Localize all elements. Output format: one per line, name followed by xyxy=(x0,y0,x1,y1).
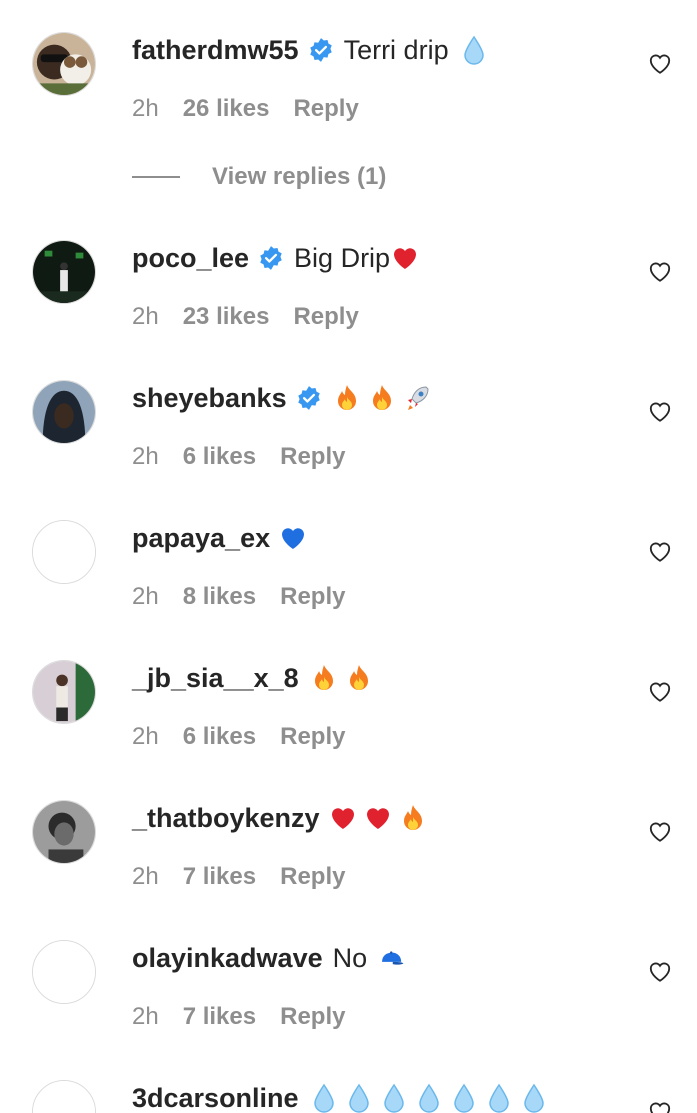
view-replies-label[interactable]: View replies (1) xyxy=(212,162,386,192)
fire-icon xyxy=(311,663,337,693)
like-heart-icon[interactable] xyxy=(647,538,673,564)
reply-button[interactable]: Reply xyxy=(280,442,345,472)
like-heart-icon[interactable] xyxy=(647,258,673,284)
comment-emojis xyxy=(330,803,426,833)
comment-emojis xyxy=(461,35,487,65)
reply-button[interactable]: Reply xyxy=(293,94,358,124)
comment-time: 2h xyxy=(132,303,159,330)
droplet-icon xyxy=(486,1083,512,1113)
comment-time: 2h xyxy=(132,723,159,750)
avatar[interactable] xyxy=(32,940,96,1004)
droplet-icon xyxy=(521,1083,547,1113)
avatar[interactable] xyxy=(32,800,96,864)
fire-icon xyxy=(369,383,395,413)
comment-emojis xyxy=(379,943,413,973)
comment-emojis xyxy=(392,243,418,273)
reply-button[interactable]: Reply xyxy=(280,722,345,752)
comment-emojis xyxy=(311,1083,547,1113)
droplet-icon xyxy=(311,1083,337,1113)
blue-heart-icon xyxy=(280,523,312,553)
comment-likes[interactable]: 6 likes xyxy=(183,442,256,472)
comment-emojis xyxy=(311,663,372,693)
verified-badge-icon xyxy=(258,245,284,271)
like-heart-icon[interactable] xyxy=(647,958,673,984)
droplet-icon xyxy=(381,1083,407,1113)
avatar[interactable] xyxy=(32,1080,96,1113)
comment-likes[interactable]: 23 likes xyxy=(183,302,270,332)
comment-username[interactable]: _jb_sia__x_8 xyxy=(132,662,299,694)
droplet-icon xyxy=(451,1083,477,1113)
comment-time: 2h xyxy=(132,863,159,890)
view-replies-divider xyxy=(132,176,180,178)
like-heart-icon[interactable] xyxy=(647,818,673,844)
reply-button[interactable]: Reply xyxy=(280,862,345,892)
comment-likes[interactable]: 7 likes xyxy=(183,862,256,892)
comment-likes[interactable]: 6 likes xyxy=(183,722,256,752)
reply-button[interactable]: Reply xyxy=(280,1002,345,1032)
comment-username[interactable]: fatherdmw55 xyxy=(132,34,299,66)
verified-badge-icon xyxy=(308,37,334,63)
avatar[interactable] xyxy=(32,660,96,724)
comment-username[interactable]: poco_lee xyxy=(132,242,249,274)
comment-emojis xyxy=(280,523,312,553)
comment-time: 2h xyxy=(132,95,159,122)
view-replies-button[interactable]: View replies (1) xyxy=(132,162,386,192)
comment-username[interactable]: 3dcarsonline xyxy=(132,1082,299,1113)
comment-username[interactable]: olayinkadwave xyxy=(132,942,323,974)
fire-icon xyxy=(400,803,426,833)
comment-emojis xyxy=(334,383,430,413)
fire-icon xyxy=(346,663,372,693)
comment-username[interactable]: sheyebanks xyxy=(132,382,287,414)
red-heart-icon xyxy=(392,243,418,273)
comment-username[interactable]: papaya_ex xyxy=(132,522,270,554)
comments-list: fatherdmw55 Terri drip 2h 26 likes Reply… xyxy=(0,0,697,1113)
like-heart-icon[interactable] xyxy=(647,50,673,76)
avatar[interactable] xyxy=(32,520,96,584)
droplet-icon xyxy=(416,1083,442,1113)
comment-username[interactable]: _thatboykenzy xyxy=(132,802,320,834)
comment-likes[interactable]: 7 likes xyxy=(183,1002,256,1032)
droplet-icon xyxy=(461,35,487,65)
comment-text: Big Drip xyxy=(294,243,391,273)
comment-likes[interactable]: 26 likes xyxy=(183,94,270,124)
fire-icon xyxy=(334,383,360,413)
avatar[interactable] xyxy=(32,240,96,304)
comment-likes[interactable]: 8 likes xyxy=(183,582,256,612)
like-heart-icon[interactable] xyxy=(647,398,673,424)
rocket-icon xyxy=(404,383,430,413)
reply-button[interactable]: Reply xyxy=(280,582,345,612)
droplet-icon xyxy=(346,1083,372,1113)
comment-text: No xyxy=(332,943,368,973)
red-heart-icon xyxy=(365,803,391,833)
avatar[interactable] xyxy=(32,32,96,96)
comment-time: 2h xyxy=(132,1003,159,1030)
avatar[interactable] xyxy=(32,380,96,444)
like-heart-icon[interactable] xyxy=(647,678,673,704)
reply-button[interactable]: Reply xyxy=(293,302,358,332)
red-heart-icon xyxy=(330,803,356,833)
verified-badge-icon xyxy=(296,385,322,411)
comment-time: 2h xyxy=(132,583,159,610)
comment-text: Terri drip xyxy=(343,35,449,65)
comment-time: 2h xyxy=(132,443,159,470)
blue-cap-icon xyxy=(379,943,413,973)
like-heart-icon[interactable] xyxy=(647,1098,673,1113)
